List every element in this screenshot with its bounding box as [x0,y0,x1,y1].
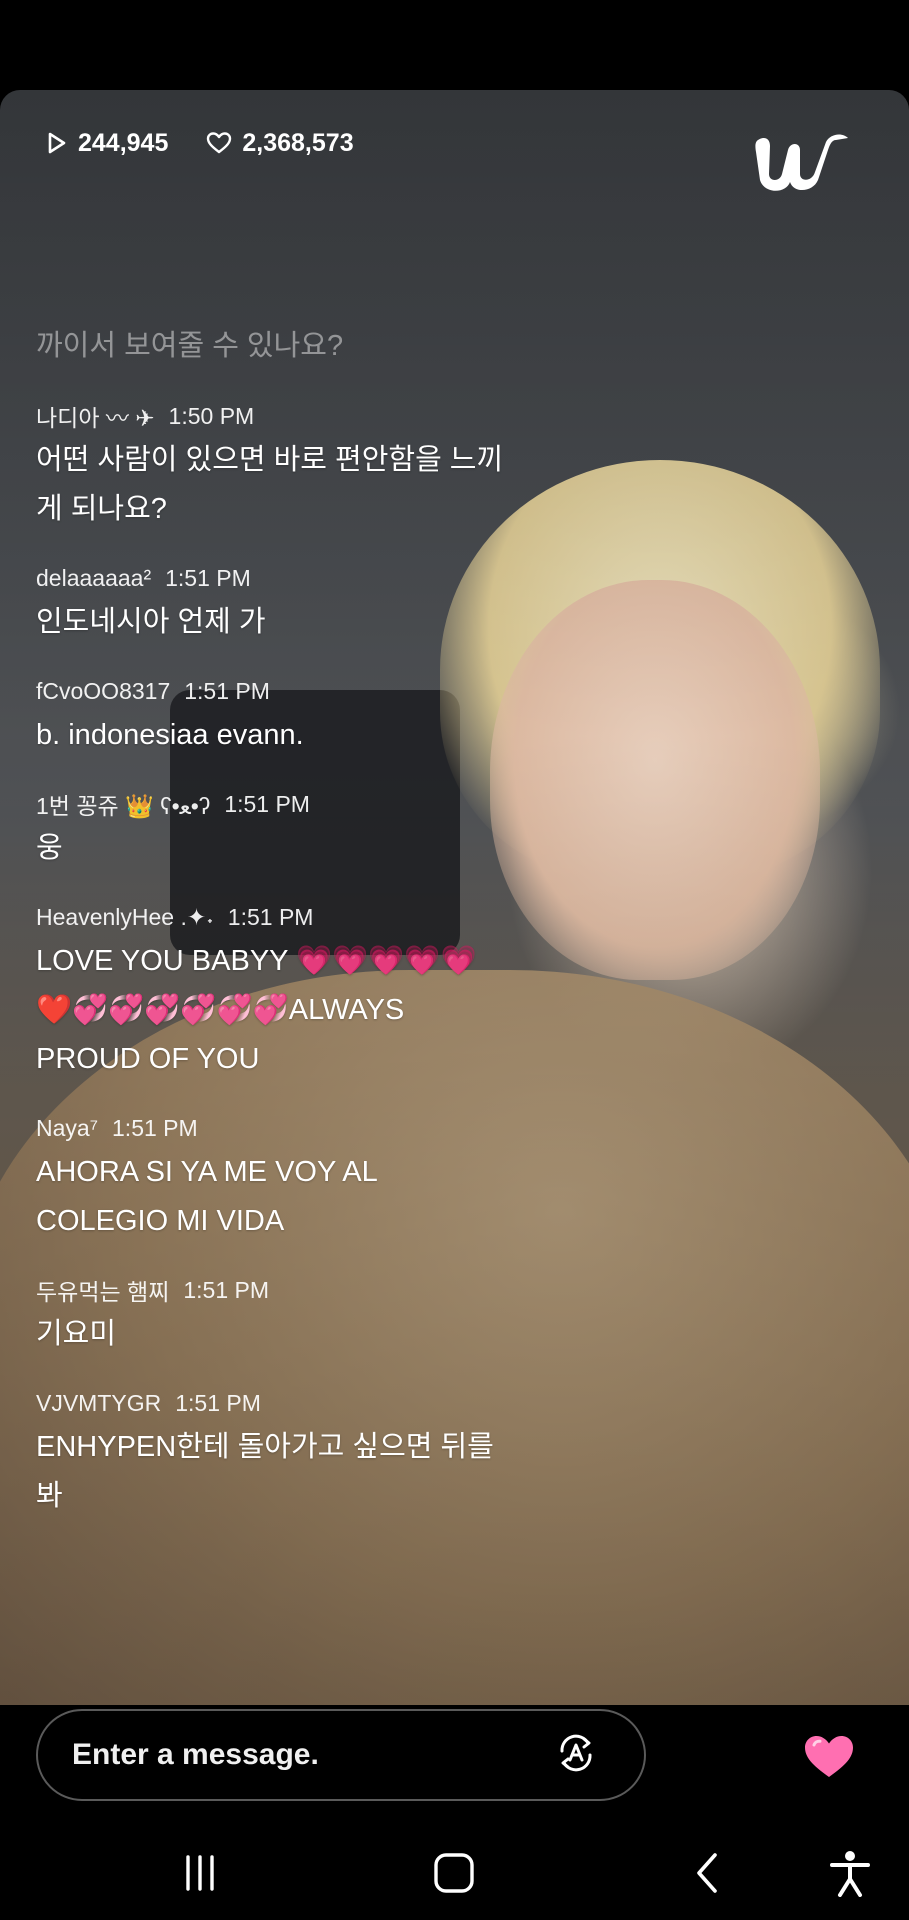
system-nav-bar [0,1820,909,1920]
chat-text: ENHYPEN한테 돌아가고 싶으면 뒤를 봐 [36,1431,494,1512]
chat-text: 기요미 [36,1318,117,1350]
chat-text: 인도네시아 언제 가 [36,606,266,638]
chat-text: b. indonesiaa evann. [36,719,304,751]
nav-accessibility-button[interactable] [820,1850,880,1900]
chat-username[interactable]: 1번 꽁쥬 👑 ʕ•ﻌ•ʔ [36,787,210,821]
chat-username[interactable]: delaaaaaa² [36,565,151,592]
chat-text: 어떤 사람이 있으면 바로 편안함을 느끼게 되나요? [36,444,504,525]
live-stats: 244,945 2,368,573 [46,126,354,160]
like-count: 2,368,573 [242,128,354,157]
play-count: 244,945 [78,128,169,157]
nav-home-button[interactable] [424,1850,484,1900]
send-heart-button[interactable] [802,1733,856,1781]
translate-icon [554,1731,598,1780]
chat-username[interactable]: VJVMTYGR [36,1390,161,1417]
chat-username[interactable]: 나디아 〰 ✈ [36,399,155,433]
chat-message: VJVMTYGR 1:51 PM ENHYPEN한테 돌아가고 싶으면 뒤를 봐 [36,1387,516,1521]
chat-text: LOVE YOU BABYY 💗💗💗💗💗 ❤️💞💞💞💞💞💞ALWAYS PROU… [36,945,477,1075]
chat-time: 1:51 PM [165,564,251,591]
chat-message: fCvoOO8317 1:51 PM b. indonesiaa evann. [36,675,516,760]
chat-message: 두유먹는 햄찌 1:51 PM 기요미 [36,1274,516,1359]
nav-back-button[interactable] [678,1850,738,1900]
chat-time: 1:50 PM [168,402,255,429]
chat-username[interactable]: 두유먹는 햄찌 [36,1273,169,1307]
chat-time: 1:51 PM [227,903,314,930]
heart-outline-icon [206,131,232,155]
chat-username[interactable]: HeavenlyHee .✦˖ [36,904,214,931]
chat-list[interactable]: 나디아 〰 ✈ 1:50 PM 어떤 사람이 있으면 바로 편안함을 느끼게 되나… [36,400,516,1549]
chat-text: 웅 [36,832,63,864]
recent-apps-icon [180,1853,220,1898]
chat-message: HeavenlyHee .✦˖ 1:51 PM LOVE YOU BABYY 💗💗… [36,901,516,1084]
chat-text: AHORA SI YA ME VOY AL COLEGIO MI VIDA [36,1156,377,1237]
chat-message: Naya⁷ 1:51 PM AHORA SI YA ME VOY AL COLEG… [36,1112,516,1246]
home-icon [432,1851,476,1900]
message-input[interactable] [38,1737,548,1773]
chat-time: 1:51 PM [183,1276,270,1303]
play-icon [46,131,68,155]
chat-message: delaaaaaa² 1:51 PM 인도네시아 언제 가 [36,562,516,647]
translate-button[interactable] [548,1727,604,1783]
chat-message: 나디아 〰 ✈ 1:50 PM 어떤 사람이 있으면 바로 편안함을 느끼게 되나… [36,400,516,534]
nav-recent-apps-button[interactable] [170,1850,230,1900]
chat-username[interactable]: Naya⁷ [36,1115,98,1142]
chat-time: 1:51 PM [184,677,270,704]
chat-time: 1:51 PM [175,1389,261,1416]
chat-message: 1번 꽁쥬 👑 ʕ•ﻌ•ʔ 1:51 PM 웅 [36,788,516,873]
back-icon [693,1851,723,1900]
message-input-bar[interactable] [36,1709,646,1801]
chat-time: 1:51 PM [112,1114,198,1141]
chat-time: 1:51 PM [224,790,310,817]
chat-username[interactable]: fCvoOO8317 [36,678,170,705]
weverse-logo [750,128,856,200]
faded-comment: 까이서 보여줄 수 있나요? [36,330,344,362]
accessibility-icon [828,1849,872,1902]
heart-icon [802,1736,856,1785]
